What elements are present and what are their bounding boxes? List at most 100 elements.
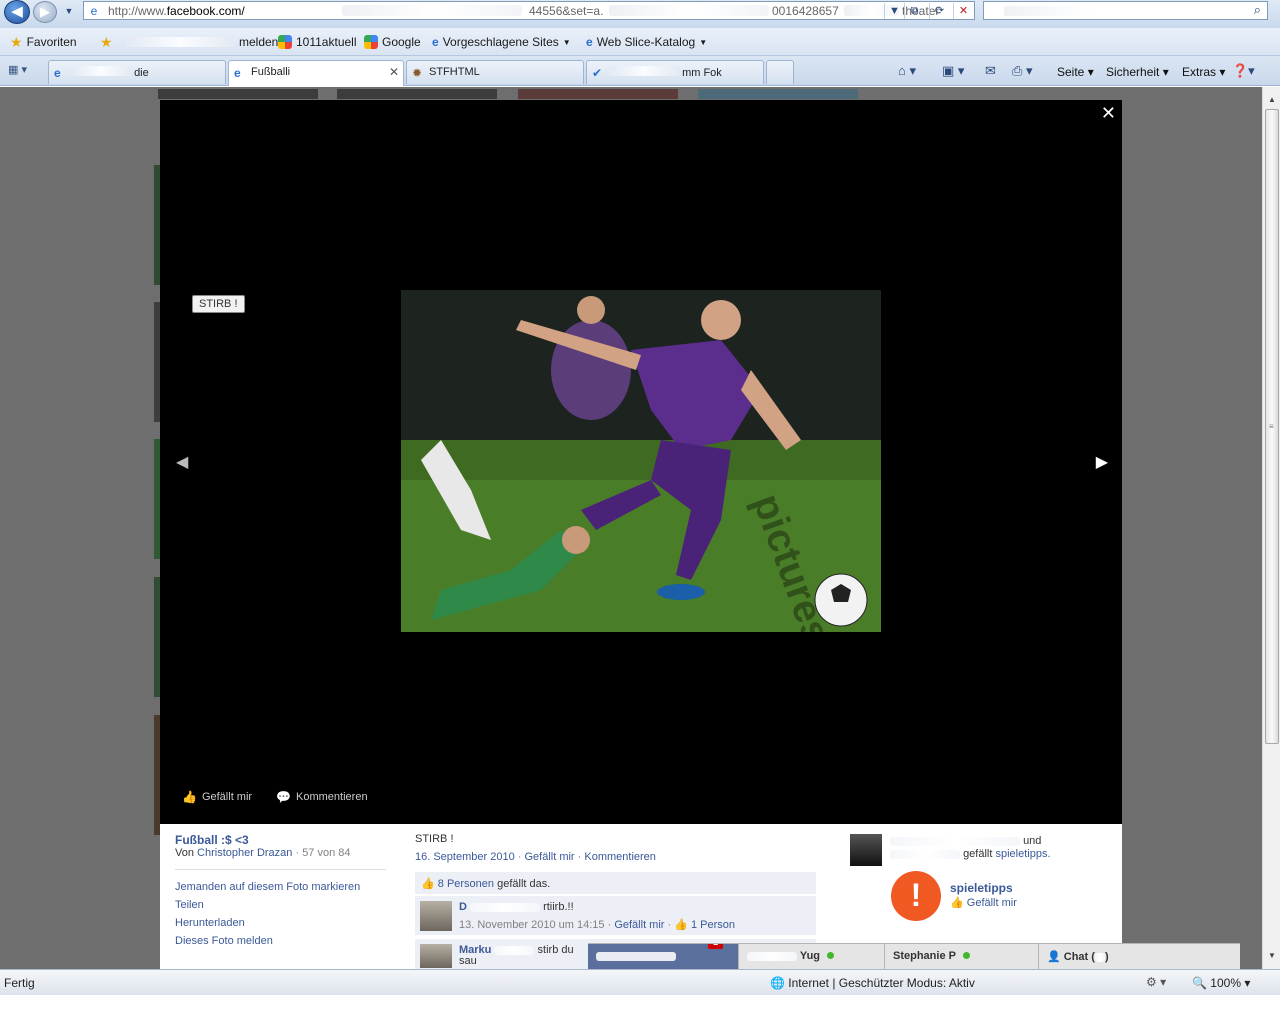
- owner-link[interactable]: Christopher Drazan: [197, 847, 292, 859]
- comment-item: D rtiirb.!! 13. November 2010 um 14:15 ·…: [415, 895, 816, 935]
- search-redaction: [1004, 6, 1094, 16]
- fav-link-webslice[interactable]: e Web Slice-Katalog ▼: [586, 34, 707, 50]
- fav-link-2[interactable]: 1011aktuell: [278, 34, 357, 50]
- scroll-down-icon[interactable]: ▼: [1265, 949, 1279, 963]
- tag-photo-link[interactable]: Jemanden auf diesem Foto markieren: [175, 881, 360, 893]
- photo-date-link[interactable]: 16. September 2010: [415, 851, 515, 863]
- security-zone-label: Internet | Geschützter Modus: Aktiv: [788, 976, 975, 990]
- previous-photo-icon[interactable]: ◀: [176, 452, 188, 472]
- fav-link-suggested[interactable]: e Vorgeschlagene Sites ▼: [432, 34, 571, 50]
- tab-active[interactable]: e Fußballi ✕: [228, 60, 404, 86]
- spieletipps-logo[interactable]: !: [891, 871, 941, 921]
- name-redaction: [890, 849, 960, 859]
- report-photo-link[interactable]: Dieses Foto melden: [175, 935, 273, 947]
- chat-contact-tab[interactable]: Yug: [738, 944, 884, 969]
- ad-like-button[interactable]: 👍 Gefällt mir: [950, 896, 1017, 909]
- rss-icon[interactable]: ▣ ▾: [942, 63, 964, 79]
- favorites-bar: ★ Favoriten ★ melden 1011aktuell Google …: [0, 28, 1280, 56]
- fav-link-1[interactable]: melden: [125, 34, 278, 50]
- print-icon[interactable]: ⎙ ▾: [1012, 63, 1033, 79]
- chat-button[interactable]: 👤 Chat (): [1038, 944, 1240, 969]
- tab-redaction: [71, 66, 131, 76]
- background-thumbnail: [337, 89, 497, 99]
- friend-avatar[interactable]: [850, 834, 882, 866]
- add-favorite-button[interactable]: ★: [100, 34, 113, 50]
- compat-view-icon[interactable]: ⧉: [904, 3, 924, 19]
- desktop-strip: [0, 995, 1280, 1024]
- search-input[interactable]: ⌕: [983, 1, 1268, 20]
- download-link[interactable]: Herunterladen: [175, 917, 245, 929]
- fav-google-label: Google: [382, 35, 421, 49]
- name-redaction: [747, 951, 797, 961]
- comment-likes-count[interactable]: 1 Person: [691, 919, 735, 931]
- likes-count-link[interactable]: 8 Personen: [438, 878, 494, 890]
- chat-users-icon: 👤: [1047, 951, 1061, 963]
- safety-menu[interactable]: Sicherheit ▾: [1106, 65, 1169, 79]
- tools-menu-label: Extras: [1182, 65, 1217, 79]
- tab-1[interactable]: e die: [48, 60, 226, 84]
- url-mid-text: 44556&set=a.: [529, 4, 604, 18]
- home-icon[interactable]: ⌂ ▾: [898, 63, 916, 79]
- scroll-up-icon[interactable]: ▲: [1265, 93, 1279, 107]
- star-icon: ★: [10, 33, 23, 50]
- search-icon[interactable]: ⌕: [1254, 2, 1261, 18]
- comment-link[interactable]: Kommentieren: [584, 851, 656, 863]
- scroll-thumb[interactable]: ≡: [1265, 109, 1279, 744]
- url-field[interactable]: e http://www.facebook.com/ 44556&set=a. …: [83, 1, 975, 20]
- refresh-icon[interactable]: ⟳: [929, 3, 949, 19]
- next-photo-icon[interactable]: ▶: [1096, 452, 1108, 472]
- like-link[interactable]: Gefällt mir: [524, 851, 574, 863]
- mail-icon[interactable]: ✉: [985, 63, 996, 79]
- comment-like-link[interactable]: Gefällt mir: [614, 919, 664, 931]
- site-tab-icon: ✔: [592, 66, 603, 80]
- tab-4[interactable]: ✔ mm Fok: [586, 60, 764, 84]
- close-tab-icon[interactable]: ✕: [389, 65, 399, 79]
- album-title-link[interactable]: Fußball :$ <3: [175, 833, 249, 847]
- quick-tabs-button[interactable]: ▦ ▾: [8, 63, 46, 81]
- back-button[interactable]: ◀: [4, 0, 30, 24]
- tab-3[interactable]: ✹ STFHTML: [406, 60, 584, 84]
- photo-tag-label[interactable]: STIRB !: [192, 295, 245, 313]
- stop-icon[interactable]: ✕: [953, 3, 973, 19]
- avatar[interactable]: [420, 901, 452, 931]
- tab-4-label: mm Fok: [682, 67, 722, 79]
- help-icon[interactable]: ❓▾: [1232, 63, 1255, 79]
- tab-bar: ▦ ▾ e die e Fußballi ✕ ✹ STFHTML ✔ mm Fo…: [0, 56, 1280, 86]
- favorites-button[interactable]: ★ Favoriten: [10, 34, 77, 50]
- url-text: http://www.facebook.com/: [108, 4, 245, 18]
- zoom-icon: 🔍: [1192, 976, 1207, 990]
- page-menu[interactable]: Seite ▾: [1057, 65, 1094, 79]
- forward-button[interactable]: ▶: [33, 1, 57, 23]
- thumbs-up-icon: 👍: [421, 878, 435, 890]
- popup-blocker-icon[interactable]: ⚙ ▾: [1146, 975, 1166, 989]
- like-photo-button[interactable]: 👍 Gefällt mir: [182, 790, 252, 804]
- close-icon[interactable]: ✕: [1101, 104, 1116, 122]
- url-dropdown-icon[interactable]: ▼: [884, 3, 904, 19]
- globe-icon: 🌐: [770, 976, 785, 990]
- ad-page-name[interactable]: spieletipps: [950, 881, 1013, 895]
- status-text: Fertig: [4, 976, 35, 990]
- vertical-scrollbar[interactable]: ▲ ≡ ▼: [1262, 87, 1280, 969]
- online-status-icon: [962, 952, 970, 959]
- history-dropdown-icon[interactable]: ▼: [62, 4, 76, 18]
- chat-contact-tab[interactable]: Stephanie P: [884, 944, 1038, 969]
- comment-author[interactable]: D rtiirb.!!: [459, 901, 574, 913]
- site-tab-icon: ✹: [412, 66, 423, 80]
- google-icon: [364, 35, 378, 49]
- tools-menu[interactable]: Extras ▾: [1182, 65, 1225, 79]
- security-zone[interactable]: 🌐 Internet | Geschützter Modus: Aktiv: [770, 976, 975, 990]
- tab-active-label: Fußballi: [251, 66, 291, 78]
- fav-link-google[interactable]: Google: [364, 34, 421, 50]
- chat-bar: 1 Yug Stephanie P 👤 Chat (): [588, 943, 1240, 969]
- divider: [175, 869, 386, 870]
- comment-photo-button[interactable]: 💬 Kommentieren: [276, 790, 368, 804]
- ad-text-likes: gefällt: [963, 848, 993, 860]
- chat-notification-tab[interactable]: 1: [588, 944, 738, 969]
- ad-page-link[interactable]: spieletipps.: [995, 848, 1050, 860]
- football-photo: pictures: [401, 290, 881, 632]
- grip-icon: ≡: [1269, 422, 1274, 431]
- new-tab-button[interactable]: [766, 60, 794, 84]
- avatar[interactable]: [420, 944, 452, 968]
- share-link[interactable]: Teilen: [175, 899, 204, 911]
- zoom-control[interactable]: 🔍 100% ▾: [1192, 976, 1250, 990]
